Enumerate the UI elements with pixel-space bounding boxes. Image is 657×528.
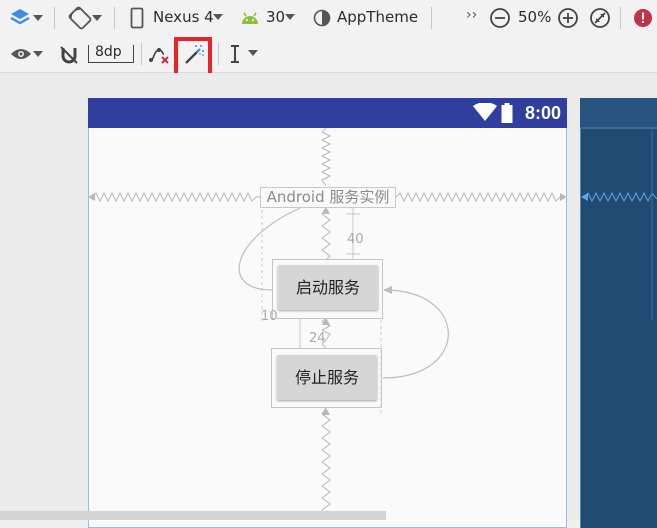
start-service-button[interactable]: 启动服务 [278,265,378,310]
spacing-label: 24 [309,331,326,346]
stop-to-start-curve [382,289,449,379]
horizontal-scrollbar[interactable] [0,511,386,520]
vertical-center-constraint [320,127,332,187]
margin-top-label: 40 [347,232,364,247]
title-left-constraint [91,191,260,203]
stop-service-button[interactable]: 停止服务 [277,355,377,400]
title-right-constraint [395,191,564,203]
title-textview[interactable]: Android 服务实例 [260,187,396,208]
